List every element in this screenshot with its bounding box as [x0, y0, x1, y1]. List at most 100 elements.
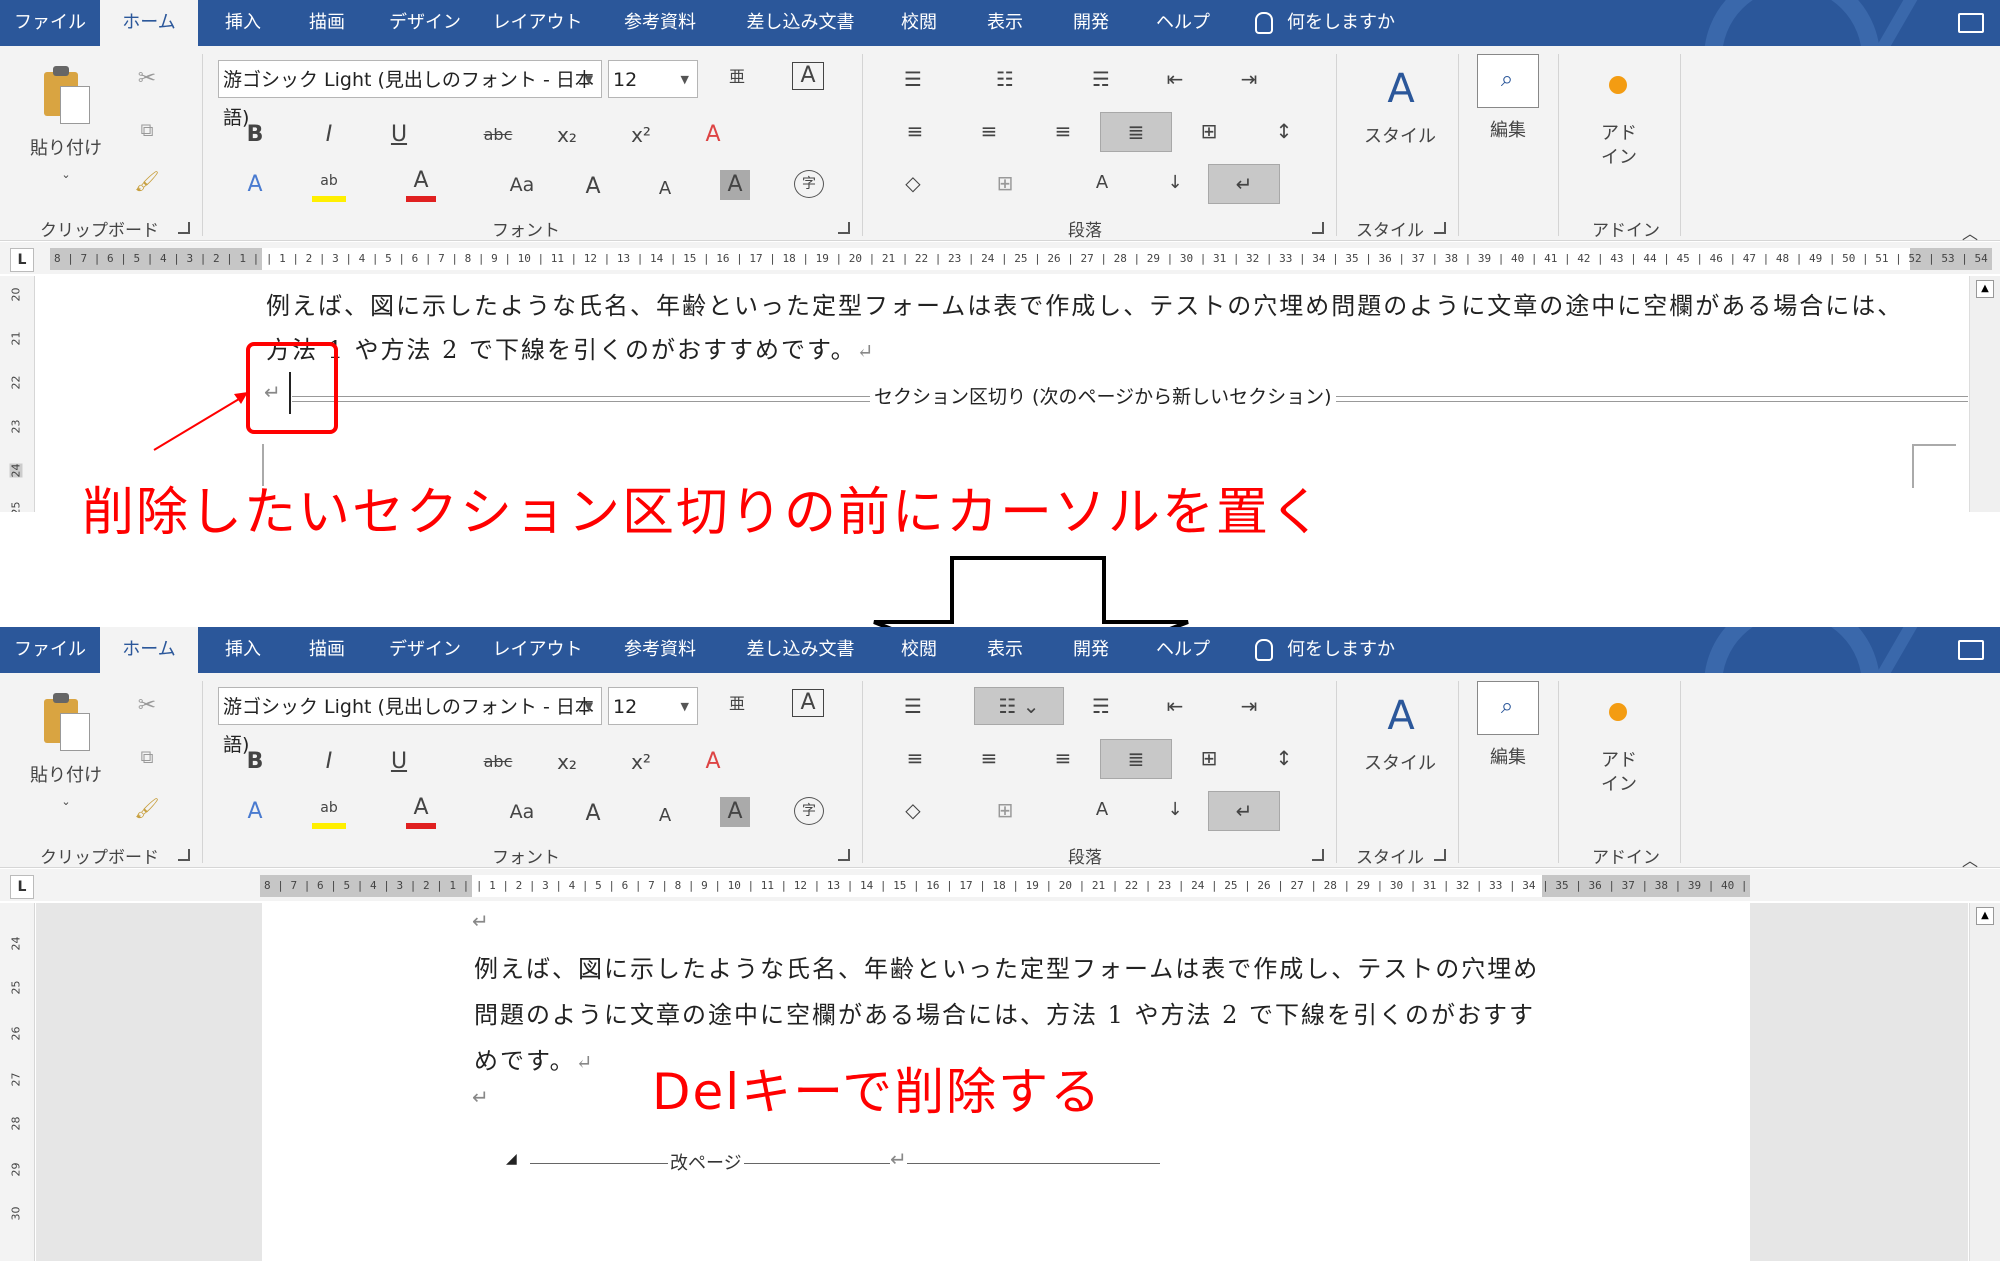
comments-icon[interactable]	[1958, 13, 1984, 33]
tab-design[interactable]: デザイン	[380, 0, 470, 46]
numbering-button[interactable]: ☷ ⌄	[974, 687, 1064, 725]
strikethrough-button[interactable]: abc	[478, 747, 518, 777]
addins-icon[interactable]	[1609, 76, 1627, 94]
paste-button[interactable]	[44, 693, 90, 751]
multilevel-list-icon[interactable]: ☴	[1086, 691, 1116, 721]
clipboard-launcher-icon[interactable]	[178, 849, 190, 861]
subscript-button[interactable]: x₂	[552, 747, 582, 777]
tab-view[interactable]: 表示	[974, 0, 1036, 46]
phonetic-guide-icon[interactable]: 亜	[722, 62, 752, 92]
edit-label[interactable]: 編集	[1468, 743, 1548, 773]
highlight-icon[interactable]: ab	[312, 793, 346, 829]
align-center-icon[interactable]: ≡	[974, 743, 1004, 773]
tab-layout[interactable]: レイアウト	[490, 0, 585, 46]
page-break-line[interactable]	[530, 1163, 1160, 1164]
font-size-combo[interactable]: 12 ▼	[608, 60, 698, 98]
copy-icon[interactable]: ⧉	[130, 116, 164, 146]
highlight-icon[interactable]: ab	[312, 166, 346, 202]
tab-design[interactable]: デザイン	[380, 627, 470, 673]
increase-indent-icon[interactable]: ⇥	[1234, 64, 1264, 94]
tab-references[interactable]: 参考資料	[610, 0, 710, 46]
shrink-font-icon[interactable]: A	[650, 174, 680, 204]
phonetic-guide-icon[interactable]: 亜	[722, 689, 752, 719]
font-color-icon[interactable]: A	[406, 793, 436, 829]
enclose-char-icon[interactable]: 字	[794, 170, 824, 198]
font-launcher-icon[interactable]	[838, 222, 850, 234]
italic-button[interactable]: I	[314, 120, 344, 150]
strikethrough-button[interactable]: abc	[478, 120, 518, 150]
show-marks-button[interactable]: ↵	[1208, 164, 1280, 204]
underline-button[interactable]: U	[384, 747, 414, 777]
styles-launcher-icon[interactable]	[1434, 222, 1446, 234]
tab-insert[interactable]: 挿入	[208, 627, 278, 673]
font-launcher-icon[interactable]	[838, 849, 850, 861]
cut-icon[interactable]: ✂	[130, 691, 164, 721]
align-center-icon[interactable]: ≡	[974, 116, 1004, 146]
decrease-indent-icon[interactable]: ⇤	[1160, 64, 1190, 94]
subscript-button[interactable]: x₂	[552, 120, 582, 150]
tab-references[interactable]: 参考資料	[610, 627, 710, 673]
chevron-down-icon[interactable]: ⌄	[56, 160, 76, 190]
show-marks-button[interactable]: ↵	[1208, 791, 1280, 831]
clipboard-launcher-icon[interactable]	[178, 222, 190, 234]
italic-button[interactable]: I	[314, 747, 344, 777]
editing-button[interactable]: ⌕	[1477, 681, 1539, 735]
paste-button[interactable]	[44, 66, 90, 124]
char-shading-icon[interactable]: A	[720, 797, 750, 827]
tab-selector[interactable]: L	[10, 875, 34, 899]
comments-icon[interactable]	[1958, 640, 1984, 660]
addins-icon[interactable]	[1609, 703, 1627, 721]
font-name-combo[interactable]: 游ゴシック Light (見出しのフォント - 日本語) ▼	[218, 60, 602, 129]
format-painter-icon[interactable]: 🖌	[130, 793, 164, 823]
tab-selector[interactable]: L	[10, 248, 34, 272]
tab-file[interactable]: ファイル	[0, 627, 100, 673]
tab-home[interactable]: ホーム	[100, 0, 198, 46]
justify-button[interactable]: ≣	[1100, 739, 1172, 779]
enclose-char-icon[interactable]: 字	[794, 797, 824, 825]
align-right-icon[interactable]: ≡	[1048, 116, 1078, 146]
underline-button[interactable]: U	[384, 120, 414, 150]
line-spacing-icon[interactable]: ↕	[1264, 116, 1304, 146]
scroll-up-icon[interactable]: ▲	[1976, 280, 1994, 298]
tab-help[interactable]: ヘルプ	[1150, 0, 1216, 46]
font-size-combo[interactable]: 12 ▼	[608, 687, 698, 725]
styles-icon[interactable]: A	[1376, 64, 1426, 114]
change-case-icon[interactable]: Aa	[502, 170, 542, 200]
grow-font-icon[interactable]: A	[578, 799, 608, 829]
tell-me-box[interactable]: 何をしますか	[1255, 0, 1395, 46]
bold-button[interactable]: B	[240, 747, 270, 777]
chevron-down-icon[interactable]: ⌄	[56, 787, 76, 817]
grow-font-icon[interactable]: A	[578, 172, 608, 202]
decrease-indent-icon[interactable]: ⇤	[1160, 691, 1190, 721]
bullets-icon[interactable]: ☰	[898, 64, 928, 94]
distributed-icon[interactable]: ⊞	[1194, 116, 1224, 146]
shrink-font-icon[interactable]: A	[650, 801, 680, 831]
styles-icon[interactable]: A	[1376, 691, 1426, 741]
clear-formatting-icon[interactable]: A	[698, 120, 728, 150]
tab-insert[interactable]: 挿入	[208, 0, 278, 46]
numbering-icon[interactable]: ☷	[990, 64, 1020, 94]
bullets-icon[interactable]: ☰	[898, 691, 928, 721]
align-right-icon[interactable]: ≡	[1048, 743, 1078, 773]
borders-icon[interactable]: ⊞	[990, 168, 1020, 198]
sort-icon[interactable]: ↓	[1160, 795, 1190, 825]
format-painter-icon[interactable]: 🖌	[130, 166, 164, 196]
scroll-up-icon[interactable]: ▲	[1976, 907, 1994, 925]
tab-review[interactable]: 校閲	[888, 627, 950, 673]
copy-icon[interactable]: ⧉	[130, 743, 164, 773]
tab-view[interactable]: 表示	[974, 627, 1036, 673]
font-color-icon[interactable]: A	[406, 166, 436, 202]
addin-label[interactable]: アド イン	[1588, 122, 1650, 170]
paragraph-launcher-icon[interactable]	[1312, 222, 1324, 234]
align-left-icon[interactable]: ≡	[900, 116, 930, 146]
tab-home[interactable]: ホーム	[100, 627, 198, 673]
horizontal-ruler[interactable]: 8 | 7 | 6 | 5 | 4 | 3 | 2 | 1 | | 1 | 2 …	[50, 248, 1992, 270]
tab-developer[interactable]: 開発	[1060, 627, 1122, 673]
tab-draw[interactable]: 描画	[292, 627, 362, 673]
superscript-button[interactable]: x²	[626, 120, 656, 150]
vertical-scrollbar[interactable]: ▲	[1969, 276, 2000, 512]
tab-layout[interactable]: レイアウト	[490, 627, 585, 673]
tab-draw[interactable]: 描画	[292, 0, 362, 46]
shading-icon[interactable]: ◇	[898, 168, 928, 198]
increase-indent-icon[interactable]: ⇥	[1234, 691, 1264, 721]
